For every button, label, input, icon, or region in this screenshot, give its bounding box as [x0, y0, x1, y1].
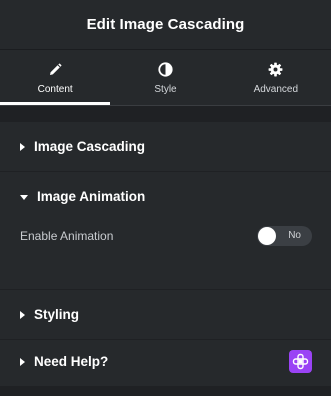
panel-header: Edit Image Cascading — [0, 0, 331, 50]
tab-content[interactable]: Content — [0, 51, 111, 105]
half-circle-icon — [157, 62, 173, 78]
tab-style[interactable]: Style — [110, 51, 220, 105]
tab-style-label: Style — [154, 83, 177, 95]
tab-content-label: Content — [37, 83, 73, 95]
section-image-cascading-title: Image Cascading — [34, 139, 146, 154]
section-styling-title: Styling — [34, 307, 80, 322]
section-image-cascading: Image Cascading — [0, 122, 331, 171]
caret-right-icon — [20, 310, 25, 319]
panel-title: Edit Image Cascading — [86, 16, 245, 33]
section-need-help-header[interactable]: Need Help? — [0, 340, 331, 383]
pencil-icon — [47, 62, 63, 78]
enable-animation-label: Enable Animation — [20, 229, 114, 243]
toggle-knob — [258, 227, 276, 245]
caret-right-icon — [20, 142, 25, 151]
section-image-animation-header[interactable]: Image Animation — [0, 172, 331, 221]
gear-icon — [268, 62, 284, 78]
section-need-help-title: Need Help? — [34, 354, 109, 369]
section-image-animation: Image Animation Enable Animation No — [0, 172, 331, 289]
tab-bar: Content Style Advanced — [0, 51, 331, 105]
section-styling-header[interactable]: Styling — [0, 290, 331, 339]
help-plugin-icon — [292, 353, 309, 370]
tab-advanced-label: Advanced — [253, 83, 299, 95]
section-image-animation-title: Image Animation — [37, 189, 146, 204]
enable-animation-toggle[interactable]: No — [257, 226, 312, 246]
caret-right-icon — [20, 357, 25, 366]
section-styling: Styling — [0, 290, 331, 339]
toggle-state-text: No — [288, 230, 301, 241]
section-image-cascading-header[interactable]: Image Cascading — [0, 122, 331, 171]
help-plugin-button[interactable] — [289, 350, 312, 373]
tab-advanced[interactable]: Advanced — [221, 51, 331, 105]
caret-down-icon — [20, 195, 28, 200]
section-need-help: Need Help? — [0, 340, 331, 386]
enable-animation-control: Enable Animation No — [0, 221, 331, 251]
